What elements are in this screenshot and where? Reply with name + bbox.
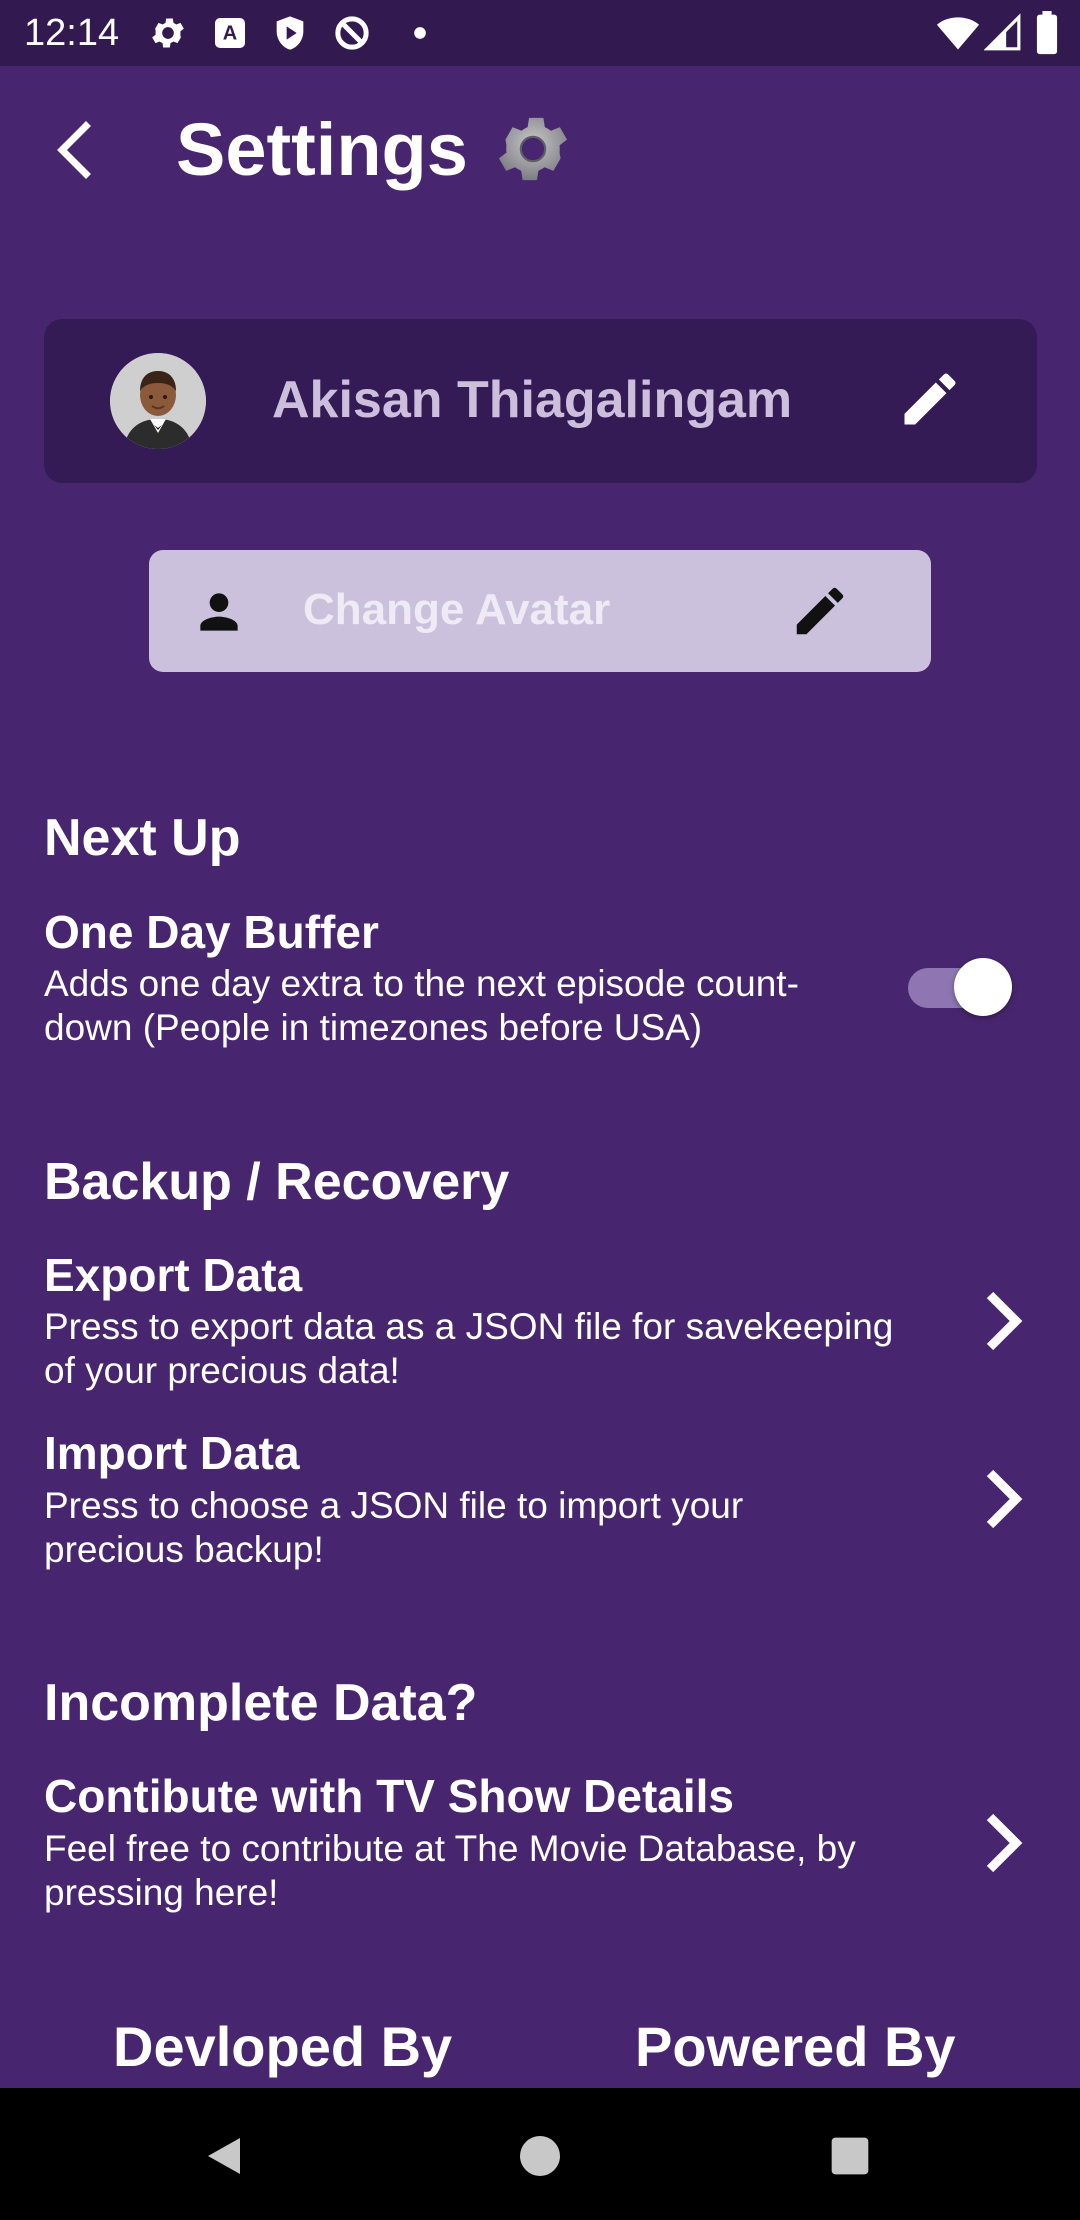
svg-text:A: A (223, 23, 237, 45)
chevron-right-icon[interactable] (976, 1463, 1028, 1535)
system-nav-bar (0, 2088, 1080, 2220)
developed-by-heading: Devloped By (113, 2015, 453, 2078)
profile-name: Akisan Thiagalingam (272, 371, 793, 429)
toggle-thumb (954, 958, 1012, 1016)
section-title-backup-recovery: Backup / Recovery (44, 1153, 510, 1211)
chevron-right-icon[interactable] (976, 1285, 1028, 1357)
powered-by-heading: Powered By (635, 2015, 956, 2078)
person-icon (200, 593, 238, 631)
status-time: 12:14 (24, 12, 120, 54)
circle-slash-icon (335, 16, 369, 50)
back-button[interactable] (40, 110, 104, 190)
setting-description: precious backup! (44, 1529, 324, 1570)
setting-description: down (People in timezones before USA) (44, 1007, 703, 1048)
font-a-icon: A (215, 18, 245, 48)
signal-icon (984, 13, 1021, 51)
shield-play-icon (276, 16, 304, 50)
chevron-right-icon[interactable] (976, 1807, 1028, 1879)
gear-icon (498, 117, 568, 181)
setting-title: Export Data (44, 1249, 303, 1301)
recents-square-icon[interactable] (828, 2134, 872, 2178)
change-avatar-button[interactable]: Change Avatar (149, 550, 931, 672)
section-title-next-up: Next Up (44, 809, 241, 867)
setting-description: Press to export data as a JSON file for … (44, 1306, 894, 1347)
home-circle-icon[interactable] (516, 2132, 564, 2180)
pencil-icon[interactable] (896, 365, 964, 433)
setting-title: One Day Buffer (44, 906, 379, 958)
profile-card: Akisan Thiagalingam (44, 319, 1037, 483)
wifi-icon (936, 17, 980, 50)
pencil-icon (796, 587, 844, 635)
setting-description: of your precious data! (44, 1350, 400, 1391)
setting-description: pressing here! (44, 1872, 279, 1913)
setting-title: Import Data (44, 1427, 300, 1479)
battery-icon (1036, 11, 1058, 55)
chevron-left-icon (57, 121, 91, 179)
setting-description: Feel free to contribute at The Movie Dat… (44, 1828, 856, 1869)
person-avatar-icon (110, 353, 206, 449)
dot-icon (414, 27, 426, 39)
setting-description: Adds one day extra to the next episode c… (44, 963, 799, 1004)
settings-screen: 12:14 A Settings Akisan Thiagalingam Cha… (0, 0, 1080, 2220)
setting-description: Press to choose a JSON file to import yo… (44, 1485, 744, 1526)
one-day-buffer-toggle[interactable] (908, 958, 1012, 1018)
setting-title: Contibute with TV Show Details (44, 1770, 734, 1822)
change-avatar-label: Change Avatar (303, 585, 611, 634)
back-triangle-icon[interactable] (202, 2132, 250, 2180)
avatar (110, 353, 206, 449)
section-title-incomplete-data: Incomplete Data? (44, 1674, 478, 1732)
gear-icon (152, 18, 184, 48)
page-title: Settings (176, 108, 468, 191)
status-bar: 12:14 A (0, 0, 1080, 66)
